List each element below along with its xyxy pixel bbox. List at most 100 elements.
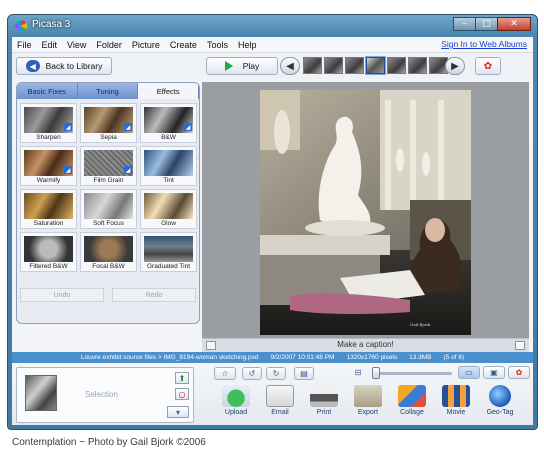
adjust-icon: ◢	[184, 123, 192, 131]
adjust-icon: ◢	[124, 123, 132, 131]
filmstrip-thumb[interactable]	[345, 57, 364, 74]
zoom-slider-track[interactable]	[376, 372, 452, 375]
rotate-left-button[interactable]: ↺	[242, 367, 262, 380]
screenshot-stage: { "window": { "title": "Picasa 3" }, "me…	[0, 0, 544, 459]
photo-path: Louvre exhibit source files > IMG_8194-w…	[80, 354, 259, 361]
effect-soft-focus[interactable]: Soft Focus	[80, 189, 137, 229]
app-client: File Edit View Folder Picture Create Too…	[12, 37, 533, 425]
menu-folder[interactable]: Folder	[91, 40, 127, 50]
tray-menu-button[interactable]: ▾	[167, 406, 189, 418]
back-label: Back to Library	[45, 61, 103, 71]
menu-tools[interactable]: Tools	[202, 40, 233, 50]
sign-in-link[interactable]: Sign In to Web Albums	[441, 39, 527, 49]
menu-picture[interactable]: Picture	[127, 40, 165, 50]
window-controls: ‒ □ ✕	[453, 17, 531, 31]
menu-create[interactable]: Create	[165, 40, 202, 50]
tab-effects[interactable]: Effects	[138, 83, 199, 99]
hold-button[interactable]: ⬆	[175, 372, 189, 384]
menu-help[interactable]: Help	[233, 40, 262, 50]
filmstrip-thumb[interactable]	[324, 57, 343, 74]
rotate-right-button[interactable]: ↻	[266, 367, 286, 380]
fit-view-button[interactable]: ▭	[458, 366, 480, 379]
menu-view[interactable]: View	[62, 40, 91, 50]
actual-size-button[interactable]: ▣	[483, 366, 505, 379]
dropdown-icon: ▾	[175, 407, 180, 417]
tray-label: Selection	[85, 390, 118, 399]
edit-panel: Basic Fixes Tuning Effects ◢ Sharpen ◢ Sep…	[16, 82, 200, 324]
effect-preview	[24, 236, 73, 262]
filmstrip-thumb[interactable]	[387, 57, 406, 74]
maximize-button[interactable]: □	[475, 17, 497, 31]
effect-preview	[84, 193, 133, 219]
photo-info-strip: Louvre exhibit source files > IMG_8194-w…	[12, 352, 533, 363]
caption-bar: Make a caption!	[202, 338, 529, 352]
tray-thumbnail[interactable]	[25, 375, 57, 411]
menu-file[interactable]: File	[12, 40, 37, 50]
play-button[interactable]: Play	[206, 57, 278, 75]
undo-button[interactable]: Undo	[20, 288, 104, 302]
effects-grid: ◢ Sharpen ◢ Sepia ◢ B&W ◢ Warmify ◢ Film Grai…	[20, 103, 197, 272]
next-photo-button[interactable]: ▶	[445, 57, 465, 75]
action-buttons: Upload Email Print Export Collage Movie …	[218, 385, 518, 416]
effect-preview	[144, 150, 193, 176]
effect-film-grain[interactable]: ◢ Film Grain	[80, 146, 137, 186]
upload-icon	[222, 385, 250, 407]
export-button[interactable]: Export	[350, 385, 386, 416]
folder-icon: ▤	[300, 369, 308, 378]
blogthis-button[interactable]: ▤	[294, 367, 314, 380]
effect-label: Sepia	[100, 134, 117, 141]
zoom-slider-knob[interactable]	[372, 367, 380, 379]
effect-saturation[interactable]: Saturation	[20, 189, 77, 229]
filmstrip-thumb-selected[interactable]	[366, 57, 385, 74]
color-options-button[interactable]: ✿	[475, 57, 501, 75]
picasa-logo-icon	[15, 20, 27, 32]
minimize-button[interactable]: ‒	[453, 17, 475, 31]
zoom-out-button[interactable]: ⊟	[350, 366, 366, 379]
tab-tuning[interactable]: Tuning	[77, 83, 139, 99]
right-arrow-icon: ▶	[451, 60, 459, 72]
email-button[interactable]: Email	[262, 385, 298, 416]
caption-field[interactable]: Make a caption!	[202, 340, 529, 349]
effect-bw[interactable]: ◢ B&W	[140, 103, 197, 143]
movie-button[interactable]: Movie	[438, 385, 474, 416]
filmstrip-thumb[interactable]	[303, 57, 322, 74]
left-arrow-icon: ◀	[286, 60, 294, 72]
back-arrow-icon: ◀	[25, 60, 40, 72]
effect-glow[interactable]: Glow	[140, 189, 197, 229]
photo-tray: Selection ⬆ ○ ▾	[16, 367, 194, 423]
star-button[interactable]: ☆	[214, 367, 236, 380]
palette-icon: ✿	[483, 60, 493, 72]
clear-icon: ○	[178, 389, 186, 399]
caption-right-toggle[interactable]	[515, 341, 525, 350]
print-label: Print	[316, 409, 332, 416]
print-button[interactable]: Print	[306, 385, 342, 416]
tab-basic-fixes[interactable]: Basic Fixes	[17, 83, 78, 99]
back-to-library-button[interactable]: ◀ Back to Library	[16, 57, 112, 75]
effect-filtered-bw[interactable]: Filtered B&W	[20, 232, 77, 272]
effect-preview	[24, 193, 73, 219]
collage-button[interactable]: Collage	[394, 385, 430, 416]
minimize-icon: ‒	[461, 19, 468, 29]
zoom-icon: ⊟	[354, 368, 362, 377]
clear-tray-button[interactable]: ○	[175, 388, 189, 400]
filmstrip-thumb[interactable]	[408, 57, 427, 74]
redo-button[interactable]: Redo	[112, 288, 196, 302]
menu-edit[interactable]: Edit	[37, 40, 63, 50]
previous-photo-button[interactable]: ◀	[280, 57, 300, 75]
image-caption: Contemplation ~ Photo by Gail Bjork ©200…	[12, 437, 206, 448]
effect-focal-bw[interactable]: Focal B&W	[80, 232, 137, 272]
effect-sharpen[interactable]: ◢ Sharpen	[20, 103, 77, 143]
geotag-button[interactable]: Geo-Tag	[482, 385, 518, 416]
printer-icon	[310, 385, 338, 407]
upload-button[interactable]: Upload	[218, 385, 254, 416]
effect-tint[interactable]: Tint	[140, 146, 197, 186]
effect-warmify[interactable]: ◢ Warmify	[20, 146, 77, 186]
pin-icon: ⬆	[178, 373, 186, 383]
close-button[interactable]: ✕	[497, 17, 531, 31]
main-photo[interactable]: Gail Bjork	[260, 90, 471, 335]
photo-dimensions: 1320x1760 pixels	[346, 354, 398, 361]
effects-mode-button[interactable]: ✿	[508, 366, 530, 379]
effect-sepia[interactable]: ◢ Sepia	[80, 103, 137, 143]
picasa-window: Picasa 3 ‒ □ ✕ File Edit View Folder Pic…	[7, 14, 538, 430]
effect-graduated-tint[interactable]: Graduated Tint	[140, 232, 197, 272]
